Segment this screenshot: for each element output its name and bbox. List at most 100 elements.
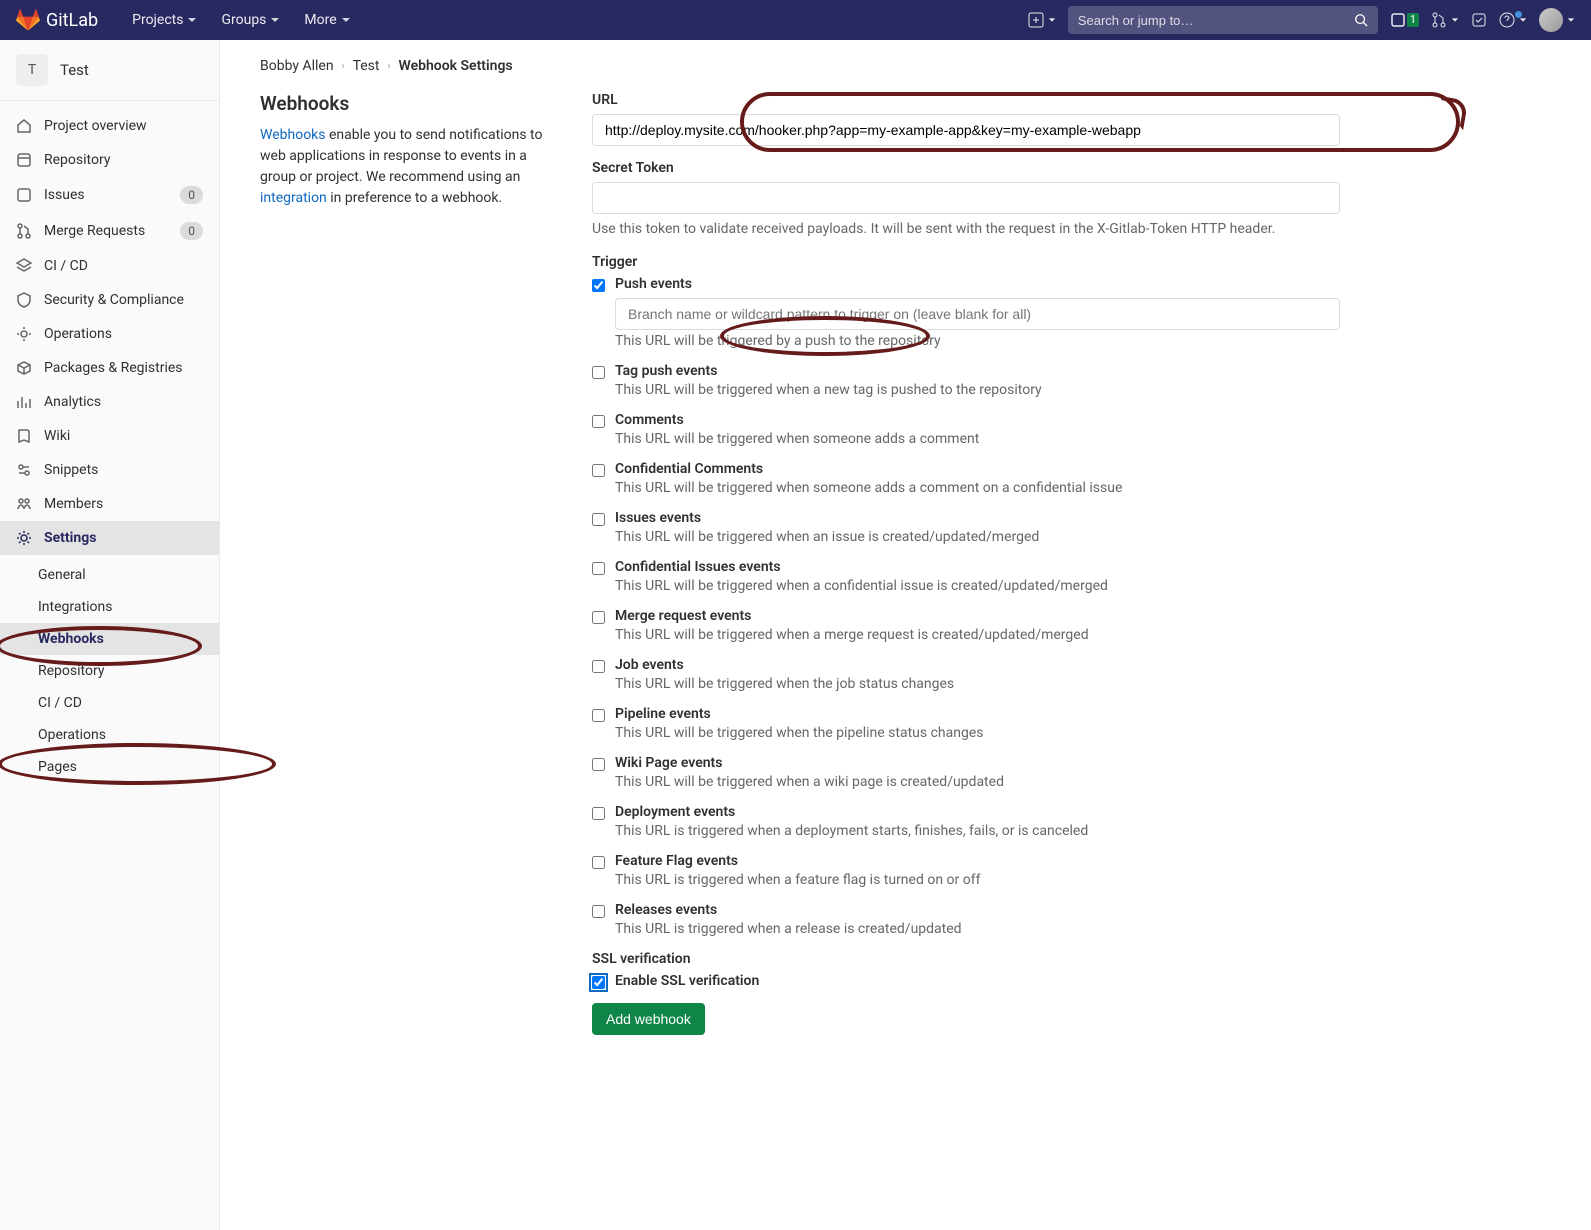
merge-icon [1431,12,1447,28]
gitlab-logo[interactable]: GitLab [16,8,98,32]
todo-icon [1471,12,1487,28]
trigger-label: Wiki Page events [615,755,722,771]
project-name: Test [60,61,89,79]
trigger-label: Comments [615,412,684,428]
sidebar-item-project-overview[interactable]: Project overview [0,109,219,143]
global-search[interactable] [1068,6,1378,34]
chevron-right-icon: › [387,61,390,72]
sidebar-item-wiki[interactable]: Wiki [0,419,219,453]
settings-sub-integrations[interactable]: Integrations [0,591,219,623]
trigger-label: Issues events [615,510,701,526]
trigger-checkbox-feature-flag-events[interactable] [592,856,605,869]
plus-icon [1028,12,1044,28]
ssl-checkbox[interactable] [592,976,605,989]
sidebar-item-issues[interactable]: Issues0 [0,177,219,213]
add-webhook-button[interactable]: Add webhook [592,1003,705,1035]
trigger-label: Confidential Comments [615,461,763,477]
breadcrumb-item[interactable]: Test [353,58,380,74]
settings-sub-pages[interactable]: Pages [0,751,219,783]
trigger-checkbox-confidential-issues-events[interactable] [592,562,605,575]
todo-badge: 1 [1407,13,1419,27]
settings-sub-webhooks[interactable]: Webhooks [0,623,219,655]
issues-icon [1390,12,1406,28]
merge-requests-shortcut[interactable] [1431,12,1459,28]
brand-text: GitLab [46,10,98,31]
user-menu[interactable] [1539,8,1575,32]
trigger-checkbox-issues-events[interactable] [592,513,605,526]
issues-shortcut[interactable]: 1 [1390,12,1419,28]
trigger-label: Tag push events [615,363,717,379]
settings-sub-operations[interactable]: Operations [0,719,219,751]
sidebar-item-snippets[interactable]: Snippets [0,453,219,487]
trigger-description: This URL will be triggered when a merge … [615,627,1340,643]
top-navbar: GitLab Projects Groups More 1 [0,0,1591,40]
trigger-label: Feature Flag events [615,853,738,869]
breadcrumb: Bobby Allen › Test › Webhook Settings [260,50,1340,92]
chevron-down-icon [1567,16,1575,24]
sidebar-item-settings[interactable]: Settings [0,521,219,555]
secret-token-input[interactable] [592,182,1340,214]
url-label: URL [592,92,1340,108]
nav-more[interactable]: More [294,6,360,34]
trigger-description: This URL is triggered when a release is … [615,921,1340,937]
settings-sub-repository[interactable]: Repository [0,655,219,687]
tanuki-icon [16,8,40,32]
page-description: Webhooks enable you to send notification… [260,125,560,209]
trigger-checkbox-push-events[interactable] [592,279,605,292]
webhooks-doc-link[interactable]: Webhooks [260,127,326,143]
sidebar-item-analytics[interactable]: Analytics [0,385,219,419]
trigger-description: This URL will be triggered when a confid… [615,578,1340,594]
sidebar-item-ci-cd[interactable]: CI / CD [0,249,219,283]
secret-token-label: Secret Token [592,160,1340,176]
trigger-description: This URL will be triggered by a push to … [615,333,1340,349]
new-dropdown[interactable] [1028,12,1056,28]
chevron-down-icon [270,15,280,25]
sidebar-item-packages-registries[interactable]: Packages & Registries [0,351,219,385]
ssl-heading: SSL verification [592,951,1340,967]
count-badge: 0 [180,186,203,204]
trigger-checkbox-merge-request-events[interactable] [592,611,605,624]
trigger-checkbox-pipeline-events[interactable] [592,709,605,722]
trigger-label: Confidential Issues events [615,559,781,575]
settings-sub-general[interactable]: General [0,559,219,591]
todos-shortcut[interactable] [1471,12,1487,28]
branch-filter-input[interactable] [615,298,1340,330]
trigger-checkbox-confidential-comments[interactable] [592,464,605,477]
chevron-down-icon [1048,16,1056,24]
trigger-label: Merge request events [615,608,751,624]
sidebar-item-members[interactable]: Members [0,487,219,521]
trigger-checkbox-deployment-events[interactable] [592,807,605,820]
notification-dot [1515,11,1522,18]
nav-groups[interactable]: Groups [211,6,290,34]
url-input[interactable] [592,114,1340,146]
chevron-down-icon [187,15,197,25]
project-sidebar: T Test Project overviewRepositoryIssues0… [0,40,220,1230]
search-input[interactable] [1078,13,1354,28]
trigger-checkbox-comments[interactable] [592,415,605,428]
trigger-label: Deployment events [615,804,735,820]
trigger-description: This URL is triggered when a deployment … [615,823,1340,839]
sidebar-item-security-compliance[interactable]: Security & Compliance [0,283,219,317]
trigger-label: Push events [615,276,692,292]
settings-sub-ci-cd[interactable]: CI / CD [0,687,219,719]
trigger-checkbox-wiki-page-events[interactable] [592,758,605,771]
breadcrumb-item[interactable]: Bobby Allen [260,58,334,74]
search-icon [1354,13,1368,27]
chevron-down-icon [341,15,351,25]
trigger-description: This URL will be triggered when someone … [615,431,1340,447]
secret-token-help: Use this token to validate received payl… [592,220,1340,240]
breadcrumb-current: Webhook Settings [399,58,513,74]
trigger-checkbox-job-events[interactable] [592,660,605,673]
trigger-description: This URL will be triggered when a new ta… [615,382,1340,398]
trigger-checkbox-tag-push-events[interactable] [592,366,605,379]
chevron-right-icon: › [342,61,345,72]
integration-doc-link[interactable]: integration [260,190,327,206]
help-dropdown[interactable] [1499,12,1527,28]
trigger-label: Job events [615,657,684,673]
sidebar-item-operations[interactable]: Operations [0,317,219,351]
sidebar-item-merge-requests[interactable]: Merge Requests0 [0,213,219,249]
sidebar-item-repository[interactable]: Repository [0,143,219,177]
project-header[interactable]: T Test [0,40,219,101]
trigger-checkbox-releases-events[interactable] [592,905,605,918]
nav-projects[interactable]: Projects [122,6,207,34]
